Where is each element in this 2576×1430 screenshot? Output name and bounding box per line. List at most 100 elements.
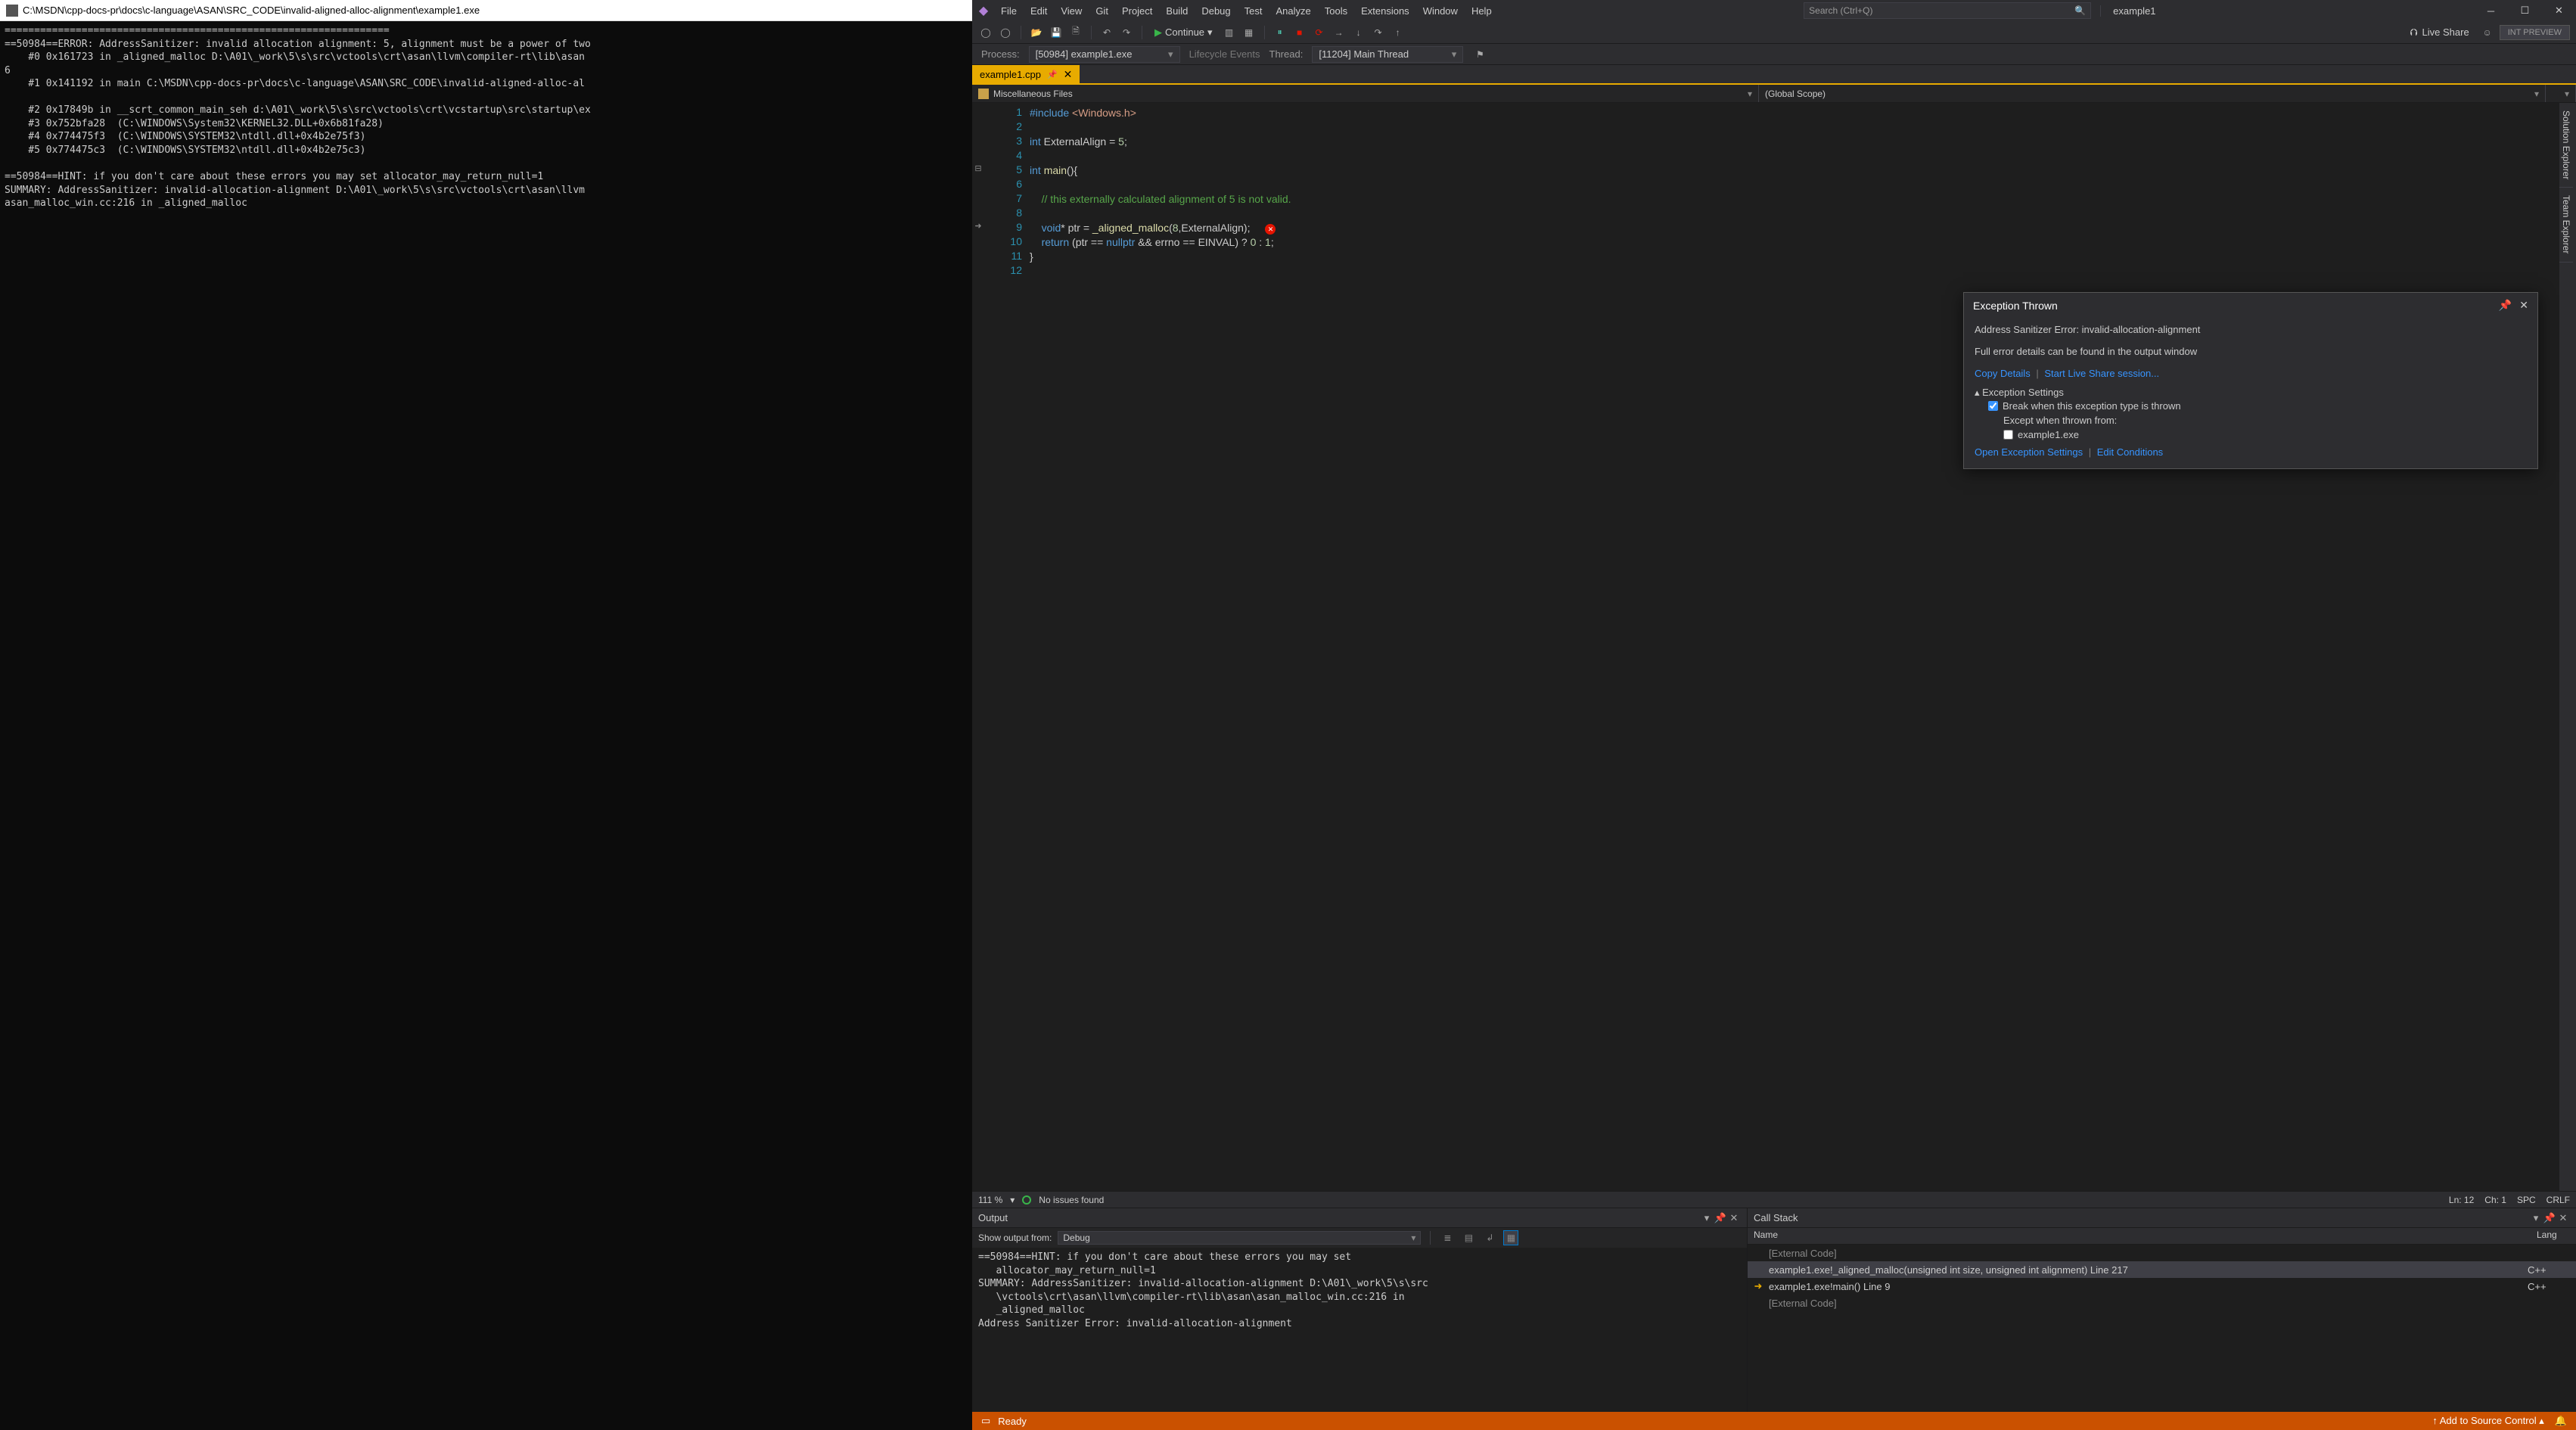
- add-source-control-button[interactable]: ↑ Add to Source Control ▴: [2432, 1415, 2543, 1427]
- call-stack-row[interactable]: [External Code]: [1748, 1295, 2576, 1311]
- close-icon[interactable]: ✕: [2519, 299, 2528, 312]
- pin-icon[interactable]: 📌: [1047, 70, 1058, 79]
- continue-button[interactable]: ▶ Continue ▾: [1150, 25, 1217, 40]
- output-source-selector[interactable]: Debug ▾: [1058, 1231, 1421, 1245]
- col-lang-header[interactable]: Lang: [2531, 1228, 2576, 1244]
- scope-extra[interactable]: ▾: [2546, 85, 2576, 102]
- navigation-bar: Miscellaneous Files ▾ (Global Scope) ▾ ▾: [972, 85, 2576, 103]
- member-scope-selector[interactable]: (Global Scope) ▾: [1759, 85, 2546, 102]
- pin-icon[interactable]: 📌: [2499, 299, 2512, 312]
- toggle-icon[interactable]: ▤: [1461, 1230, 1476, 1245]
- minimize-button[interactable]: ─: [2474, 0, 2508, 21]
- close-button[interactable]: ✕: [2542, 0, 2576, 21]
- step-over-icon[interactable]: ↷: [1371, 25, 1386, 40]
- pin-icon[interactable]: 📌: [2543, 1212, 2556, 1224]
- maximize-button[interactable]: ☐: [2508, 0, 2542, 21]
- except-item-checkbox[interactable]: [2003, 430, 2013, 440]
- pin-icon[interactable]: 📌: [1714, 1212, 1727, 1224]
- break-checkbox[interactable]: [1988, 401, 1998, 411]
- step-out-icon[interactable]: ↑: [1391, 25, 1406, 40]
- except-item-row[interactable]: example1.exe: [1975, 427, 2527, 442]
- col-name-header[interactable]: Name: [1748, 1228, 2531, 1244]
- word-wrap-icon[interactable]: ↲: [1482, 1230, 1497, 1245]
- menu-project[interactable]: Project: [1116, 2, 1158, 20]
- call-stack-body[interactable]: [External Code]example1.exe!_aligned_mal…: [1748, 1245, 2576, 1412]
- call-stack-title: Call Stack: [1754, 1212, 2529, 1223]
- dropdown-icon[interactable]: ▾: [2529, 1212, 2543, 1224]
- menu-view[interactable]: View: [1055, 2, 1088, 20]
- dropdown-icon[interactable]: ▾: [1700, 1212, 1714, 1224]
- call-stack-row[interactable]: [External Code]: [1748, 1245, 2576, 1261]
- break-when-thrown-row[interactable]: Break when this exception type is thrown: [1975, 399, 2527, 413]
- redo-icon[interactable]: ↷: [1119, 25, 1134, 40]
- copy-details-link[interactable]: Copy Details: [1975, 368, 2031, 379]
- menu-git[interactable]: Git: [1089, 2, 1114, 20]
- debug-windows-icon[interactable]: ▦: [1241, 25, 1257, 40]
- call-stack-header[interactable]: Call Stack ▾ 📌 ✕: [1748, 1208, 2576, 1228]
- save-all-icon[interactable]: 🗎: [1068, 25, 1083, 40]
- vs-logo-icon[interactable]: ◆: [972, 3, 995, 18]
- process-selector[interactable]: [50984] example1.exe ▾: [1029, 46, 1180, 63]
- pause-icon[interactable]: ⏸: [1272, 25, 1288, 40]
- menu-test[interactable]: Test: [1238, 2, 1269, 20]
- zoom-level[interactable]: 111 %: [978, 1195, 1002, 1205]
- line-indicator[interactable]: Ln: 12: [2449, 1195, 2474, 1205]
- exception-header[interactable]: Exception Thrown 📌 ✕: [1964, 293, 2537, 318]
- menu-analyze[interactable]: Analyze: [1269, 2, 1316, 20]
- open-file-icon[interactable]: 📂: [1029, 25, 1044, 40]
- menu-window[interactable]: Window: [1417, 2, 1464, 20]
- close-tab-icon[interactable]: ✕: [1064, 68, 1073, 81]
- menu-edit[interactable]: Edit: [1024, 2, 1053, 20]
- exception-title: Exception Thrown: [1973, 300, 2491, 312]
- file-tab[interactable]: example1.cpp 📌 ✕: [972, 65, 1080, 83]
- spaces-indicator[interactable]: SPC: [2517, 1195, 2536, 1205]
- search-input[interactable]: Search (Ctrl+Q) 🔍: [1804, 2, 2091, 19]
- char-indicator[interactable]: Ch: 1: [2484, 1195, 2506, 1205]
- project-scope-selector[interactable]: Miscellaneous Files ▾: [972, 85, 1759, 102]
- code-content[interactable]: #include <Windows.h> int ExternalAlign =…: [1030, 103, 2576, 1191]
- thread-flag-icon[interactable]: ⚑: [1472, 47, 1487, 62]
- output-text[interactable]: ==50984==HINT: if you don't care about t…: [972, 1248, 1747, 1412]
- open-exception-settings-link[interactable]: Open Exception Settings: [1975, 446, 2083, 458]
- output-header[interactable]: Output ▾ 📌 ✕: [972, 1208, 1747, 1228]
- stop-icon[interactable]: ■: [1292, 25, 1307, 40]
- auto-scroll-icon[interactable]: ▦: [1503, 1230, 1518, 1245]
- line-ending-indicator[interactable]: CRLF: [2546, 1195, 2570, 1205]
- console-title-bar[interactable]: C:\MSDN\cpp-docs-pr\docs\c-language\ASAN…: [0, 0, 972, 21]
- nav-back-icon[interactable]: ◯: [978, 25, 993, 40]
- menu-debug[interactable]: Debug: [1195, 2, 1236, 20]
- start-live-share-link[interactable]: Start Live Share session...: [2044, 368, 2159, 379]
- lifecycle-events-button[interactable]: Lifecycle Events: [1189, 48, 1260, 60]
- step-into-icon[interactable]: ↓: [1351, 25, 1366, 40]
- exception-settings-header[interactable]: ▴ Exception Settings: [1975, 387, 2527, 399]
- call-stack-row[interactable]: ➜example1.exe!main() Line 9C++: [1748, 1278, 2576, 1295]
- debug-target-icon[interactable]: ▥: [1222, 25, 1237, 40]
- restart-icon[interactable]: ⟳: [1312, 25, 1327, 40]
- close-icon[interactable]: ✕: [2556, 1212, 2570, 1224]
- feedback-icon[interactable]: ☺: [2480, 25, 2495, 40]
- console-icon: [6, 5, 18, 17]
- dropdown-icon: ▾: [1748, 89, 1752, 99]
- issues-label[interactable]: No issues found: [1039, 1195, 1104, 1205]
- menu-extensions[interactable]: Extensions: [1355, 2, 1415, 20]
- live-share-button[interactable]: ⮉ Live Share: [2404, 26, 2475, 39]
- menu-help[interactable]: Help: [1465, 2, 1498, 20]
- notifications-icon[interactable]: 🔔: [2555, 1415, 2567, 1427]
- console-output[interactable]: ========================================…: [0, 21, 972, 1430]
- thread-selector[interactable]: [11204] Main Thread ▾: [1312, 46, 1463, 63]
- menu-file[interactable]: File: [995, 2, 1023, 20]
- call-stack-row[interactable]: example1.exe!_aligned_malloc(unsigned in…: [1748, 1261, 2576, 1278]
- undo-icon[interactable]: ↶: [1099, 25, 1114, 40]
- side-tab-solution-explorer[interactable]: Solution Explorer: [2559, 103, 2573, 188]
- side-tab-team-explorer[interactable]: Team Explorer: [2559, 188, 2573, 262]
- menu-tools[interactable]: Tools: [1319, 2, 1353, 20]
- except-from-label: Except when thrown from:: [1975, 413, 2527, 427]
- next-stmt-icon[interactable]: →: [1332, 25, 1347, 40]
- save-icon[interactable]: 💾: [1049, 25, 1064, 40]
- clear-icon[interactable]: ≣: [1440, 1230, 1455, 1245]
- code-editor[interactable]: ⊟➜ 123456789101112 #include <Windows.h> …: [972, 103, 2576, 1191]
- menu-build[interactable]: Build: [1160, 2, 1194, 20]
- close-icon[interactable]: ✕: [1727, 1212, 1741, 1224]
- nav-fwd-icon[interactable]: ◯: [998, 25, 1013, 40]
- edit-conditions-link[interactable]: Edit Conditions: [2097, 446, 2163, 458]
